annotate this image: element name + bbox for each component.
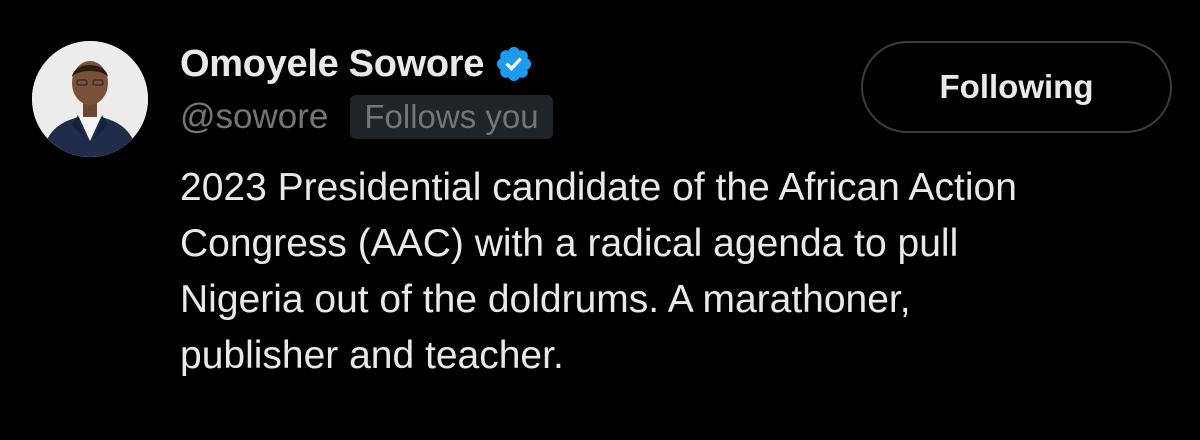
avatar-photo-icon <box>32 41 148 157</box>
avatar[interactable] <box>32 41 148 157</box>
following-button[interactable]: Following <box>861 41 1172 133</box>
bio-line: Congress (AAC) with a radical agenda to … <box>180 222 959 265</box>
bio-line: Nigeria out of the doldrums. A marathone… <box>180 278 911 321</box>
follows-you-badge: Follows you <box>350 95 553 139</box>
name-row: Omoyele Sowore <box>180 40 534 88</box>
user-handle[interactable]: @sowore <box>180 97 328 137</box>
handle-row: @sowore Follows you <box>180 95 553 139</box>
profile-card: Omoyele Sowore @sowore Follows you Follo… <box>0 0 1200 440</box>
bio-line: publisher and teacher. <box>180 334 564 377</box>
profile-bio: 2023 Presidential candidate of the Afric… <box>180 160 1180 384</box>
verified-badge-icon[interactable] <box>494 44 534 84</box>
bio-line: 2023 Presidential candidate of the Afric… <box>180 166 1017 209</box>
display-name[interactable]: Omoyele Sowore <box>180 43 484 86</box>
